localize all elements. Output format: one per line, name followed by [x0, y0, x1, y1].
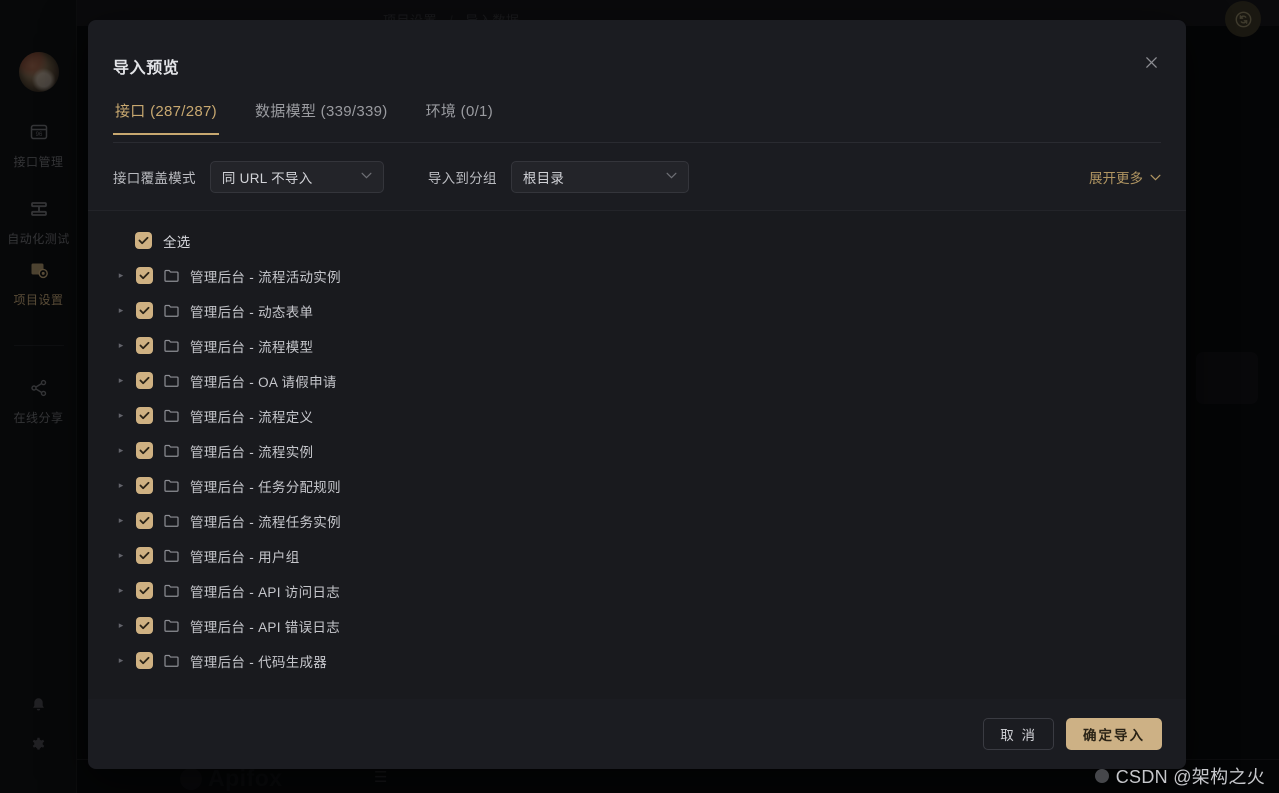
list-item[interactable]: ▸ 管理后台 - 流程任务实例	[113, 503, 1161, 538]
list-item-label: 管理后台 - 流程实例	[190, 441, 313, 461]
folder-icon	[164, 479, 180, 492]
select-all-checkbox[interactable]	[135, 232, 152, 249]
item-checkbox[interactable]	[136, 547, 153, 564]
expand-arrow-icon[interactable]: ▸	[113, 480, 129, 491]
item-checkbox[interactable]	[136, 617, 153, 634]
folder-icon	[164, 339, 180, 352]
folder-icon	[164, 304, 180, 317]
expand-arrow-icon[interactable]: ▸	[113, 620, 129, 631]
filter-bar: 接口覆盖模式 同 URL 不导入 导入到分组 根目录 展开更多	[88, 143, 1186, 211]
watermark-icon	[1095, 769, 1109, 783]
expand-arrow-icon[interactable]: ▸	[113, 515, 129, 526]
list-item-label: 管理后台 - API 访问日志	[190, 581, 340, 601]
list-item-label: 管理后台 - 代码生成器	[190, 651, 327, 671]
overwrite-mode-select[interactable]: 同 URL 不导入	[210, 161, 384, 193]
item-checkbox[interactable]	[136, 512, 153, 529]
expand-arrow-icon[interactable]: ▸	[113, 375, 129, 386]
list-item[interactable]: ▸ 管理后台 - OA 请假申请	[113, 363, 1161, 398]
list-item-label: 管理后台 - 任务分配规则	[190, 476, 341, 496]
list-item-label: 管理后台 - 流程模型	[190, 336, 313, 356]
overwrite-mode-value: 同 URL 不导入	[222, 167, 313, 187]
confirm-import-button[interactable]: 确定导入	[1066, 718, 1162, 750]
select-all-row[interactable]: ▸ 全选	[113, 223, 1161, 258]
import-group-value: 根目录	[523, 167, 564, 187]
folder-icon	[164, 584, 180, 597]
expand-arrow-icon[interactable]: ▸	[113, 550, 129, 561]
dialog-footer: 取 消 确定导入	[88, 699, 1186, 769]
import-group-label: 导入到分组	[428, 167, 497, 187]
folder-icon	[164, 654, 180, 667]
list-item[interactable]: ▸ 管理后台 - 流程实例	[113, 433, 1161, 468]
list-item[interactable]: ▸ 管理后台 - 用户组	[113, 538, 1161, 573]
expand-arrow-icon[interactable]: ▸	[113, 445, 129, 456]
list-item[interactable]: ▸ 管理后台 - API 访问日志	[113, 573, 1161, 608]
dialog-tabs: 接口 (287/287) 数据模型 (339/339) 环境 (0/1)	[113, 98, 1161, 143]
expand-arrow-icon[interactable]: ▸	[113, 340, 129, 351]
list-item-label: 管理后台 - 流程任务实例	[190, 511, 341, 531]
list-item[interactable]: ▸ 管理后台 - 流程活动实例	[113, 258, 1161, 293]
tab-interfaces[interactable]: 接口 (287/287)	[113, 98, 219, 134]
import-preview-dialog: 导入预览 接口 (287/287) 数据模型 (339/339) 环境 (0/1…	[88, 20, 1186, 769]
select-all-label: 全选	[163, 231, 191, 251]
page-title: 导入预览	[113, 54, 179, 78]
expand-arrow-icon[interactable]: ▸	[113, 655, 129, 666]
overwrite-mode-label: 接口覆盖模式	[113, 167, 196, 187]
watermark: CSDN @架构之火	[1095, 763, 1265, 789]
cancel-button[interactable]: 取 消	[983, 718, 1054, 750]
folder-icon	[164, 269, 180, 282]
folder-icon	[164, 619, 180, 632]
expand-arrow-icon[interactable]: ▸	[113, 410, 129, 421]
list-item-label: 管理后台 - 用户组	[190, 546, 300, 566]
app-root: 96 接口管理 自动化测试	[0, 0, 1279, 793]
folder-icon	[164, 444, 180, 457]
list-item[interactable]: ▸ 管理后台 - 流程定义	[113, 398, 1161, 433]
list-item[interactable]: ▸ 管理后台 - 动态表单	[113, 293, 1161, 328]
expand-arrow-icon[interactable]: ▸	[113, 270, 129, 281]
list-item-label: 管理后台 - 流程定义	[190, 406, 313, 426]
list-item[interactable]: ▸ 管理后台 - API 错误日志	[113, 608, 1161, 643]
expand-more-button[interactable]: 展开更多	[1089, 167, 1161, 187]
item-checkbox[interactable]	[136, 582, 153, 599]
list-item-label: 管理后台 - 动态表单	[190, 301, 313, 321]
item-checkbox[interactable]	[136, 372, 153, 389]
expand-arrow-icon[interactable]: ▸	[113, 585, 129, 596]
tab-environments[interactable]: 环境 (0/1)	[424, 98, 495, 134]
list-item[interactable]: ▸ 管理后台 - 任务分配规则	[113, 468, 1161, 503]
tab-data-models[interactable]: 数据模型 (339/339)	[253, 98, 390, 134]
folder-icon	[164, 549, 180, 562]
chevron-down-icon	[1150, 169, 1161, 184]
dialog-header: 导入预览	[88, 20, 1186, 98]
folder-icon	[164, 514, 180, 527]
folder-icon	[164, 374, 180, 387]
chevron-down-icon	[361, 171, 372, 182]
item-checkbox[interactable]	[136, 442, 153, 459]
item-checkbox[interactable]	[136, 267, 153, 284]
list-item-label: 管理后台 - OA 请假申请	[190, 371, 337, 391]
item-checkbox[interactable]	[136, 652, 153, 669]
item-checkbox[interactable]	[136, 337, 153, 354]
item-checkbox[interactable]	[136, 407, 153, 424]
list-item[interactable]: ▸ 管理后台 - 代码生成器	[113, 643, 1161, 678]
list-item-label: 管理后台 - 流程活动实例	[190, 266, 341, 286]
list-item-label: 管理后台 - API 错误日志	[190, 616, 340, 636]
import-group-select[interactable]: 根目录	[511, 161, 689, 193]
list-item[interactable]: ▸ 管理后台 - 流程模型	[113, 328, 1161, 363]
import-item-list[interactable]: ▸ 全选 ▸ 管理后台 - 流程活动实例 ▸ 管理后台 - 动态表单 ▸ 管理后台 - 流…	[88, 211, 1186, 699]
chevron-down-icon	[666, 171, 677, 182]
folder-icon	[164, 409, 180, 422]
item-checkbox[interactable]	[136, 302, 153, 319]
expand-arrow-icon[interactable]: ▸	[113, 305, 129, 316]
watermark-text: CSDN @架构之火	[1116, 763, 1265, 789]
item-checkbox[interactable]	[136, 477, 153, 494]
close-icon[interactable]	[1136, 47, 1166, 77]
expand-more-label: 展开更多	[1089, 167, 1143, 187]
